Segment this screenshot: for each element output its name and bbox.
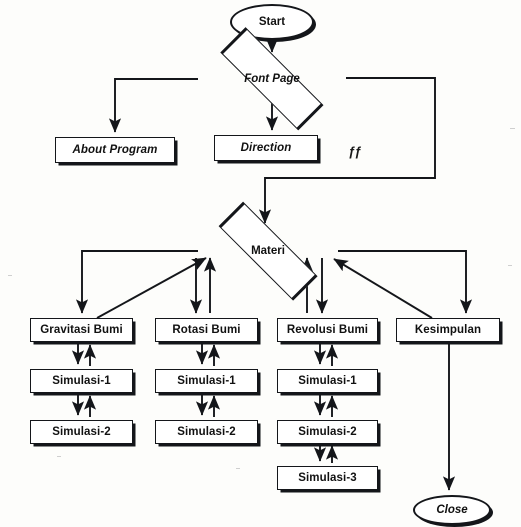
node-direction[interactable]: Direction: [214, 135, 318, 161]
scan-speck: [508, 265, 512, 266]
node-gravitasi-simulasi-2-label: Simulasi-2: [52, 425, 111, 438]
scan-speck: [510, 128, 515, 129]
node-rotasi-bumi[interactable]: Rotasi Bumi: [155, 318, 258, 342]
node-gravitasi-simulasi-1-label: Simulasi-1: [52, 374, 111, 387]
node-font-page[interactable]: Font Page: [198, 27, 346, 131]
node-gravitasi-simulasi-1[interactable]: Simulasi-1: [30, 369, 133, 393]
node-close[interactable]: Close: [413, 495, 491, 525]
node-close-label: Close: [436, 503, 468, 516]
node-materi-label: Materi: [251, 244, 285, 257]
node-rotasi-simulasi-2-label: Simulasi-2: [177, 425, 236, 438]
flowchart-canvas: Start Font Page About Program Direction …: [0, 0, 521, 527]
node-gravitasi-bumi-label: Gravitasi Bumi: [40, 323, 123, 336]
scan-speck: [236, 468, 240, 469]
node-about-program-label: About Program: [72, 143, 158, 156]
node-font-page-label: Font Page: [244, 72, 300, 85]
node-rotasi-simulasi-1[interactable]: Simulasi-1: [155, 369, 258, 393]
node-gravitasi-simulasi-2[interactable]: Simulasi-2: [30, 420, 133, 444]
stray-pen-mark: ƒƒ: [348, 144, 362, 159]
node-revolusi-bumi[interactable]: Revolusi Bumi: [277, 318, 378, 342]
node-direction-label: Direction: [240, 141, 292, 154]
node-revolusi-simulasi-1-label: Simulasi-1: [298, 374, 357, 387]
node-materi[interactable]: Materi: [198, 201, 338, 301]
node-rotasi-simulasi-2[interactable]: Simulasi-2: [155, 420, 258, 444]
node-revolusi-simulasi-2-label: Simulasi-2: [298, 425, 357, 438]
node-rotasi-simulasi-1-label: Simulasi-1: [177, 374, 236, 387]
node-revolusi-simulasi-3-label: Simulasi-3: [298, 471, 357, 484]
node-gravitasi-bumi[interactable]: Gravitasi Bumi: [30, 318, 133, 342]
node-kesimpulan[interactable]: Kesimpulan: [396, 318, 500, 342]
scan-speck: [57, 456, 61, 457]
node-revolusi-simulasi-3[interactable]: Simulasi-3: [277, 466, 378, 490]
scan-speck: [8, 275, 12, 276]
node-rotasi-bumi-label: Rotasi Bumi: [172, 323, 241, 336]
node-revolusi-simulasi-2[interactable]: Simulasi-2: [277, 420, 378, 444]
node-revolusi-bumi-label: Revolusi Bumi: [286, 323, 369, 336]
node-revolusi-simulasi-1[interactable]: Simulasi-1: [277, 369, 378, 393]
node-about-program[interactable]: About Program: [55, 137, 175, 163]
node-kesimpulan-label: Kesimpulan: [414, 323, 482, 336]
node-start-label: Start: [258, 15, 286, 28]
